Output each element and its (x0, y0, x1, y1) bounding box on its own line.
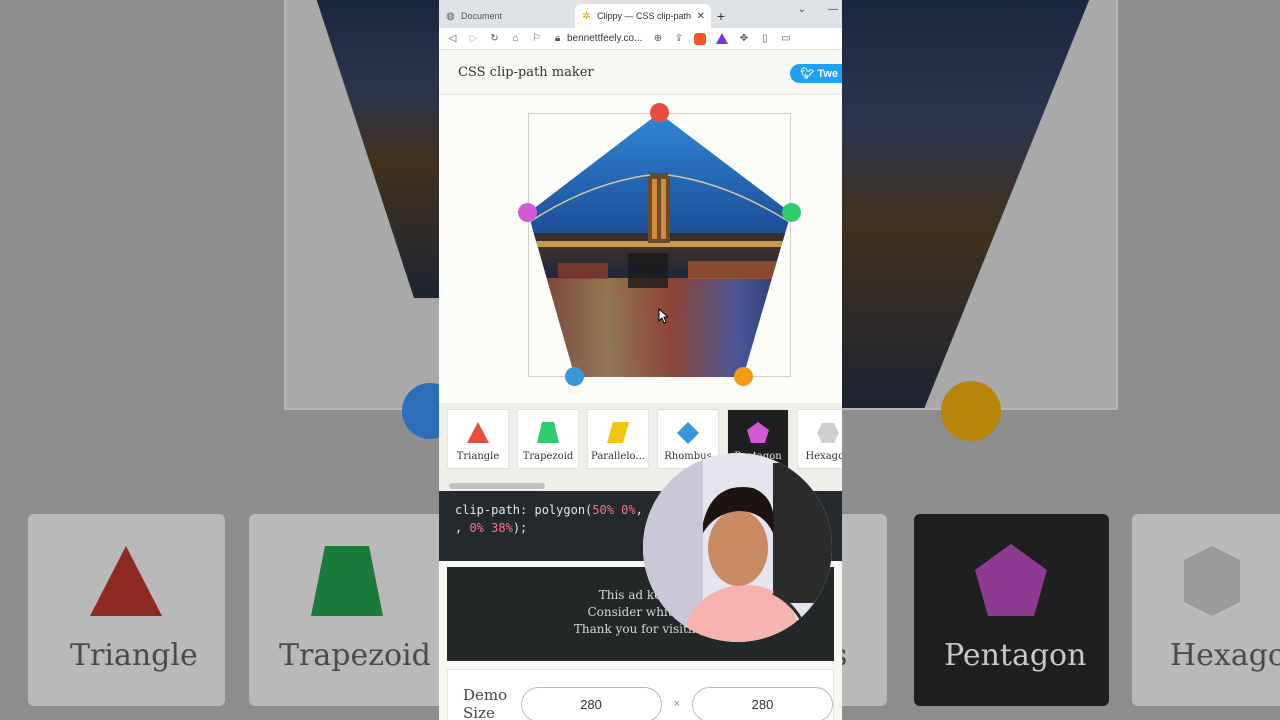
extensions-icon[interactable]: ✥ (738, 33, 749, 44)
close-tab-icon[interactable]: ✕ (697, 11, 705, 22)
tweet-button[interactable]: 🐦︎ Twe (790, 64, 842, 83)
background-photo (316, 0, 439, 298)
mouse-cursor-icon (658, 308, 668, 324)
shape-label: Hexagon (805, 451, 842, 462)
handle-bottom-right[interactable] (734, 367, 753, 386)
triangle-icon (467, 422, 489, 443)
address-bar[interactable]: 🔒︎ bennettfeely.co... (552, 33, 643, 44)
background-photo (842, 0, 1090, 408)
reload-icon[interactable]: ↻ (489, 33, 500, 44)
shape-label: Parallelo... (591, 451, 645, 462)
demo-height-input[interactable] (692, 686, 833, 720)
pentagon-icon (975, 544, 1047, 616)
background-card-hexagon: Hexagon (1132, 514, 1280, 706)
background-label: s (842, 638, 847, 673)
lock-icon: 🔒︎ (554, 33, 561, 44)
demo-size-panel: Demo Size × (447, 669, 834, 720)
twitter-icon: 🐦︎ (800, 68, 815, 80)
background-card-pentagon: Pentagon (914, 514, 1109, 706)
page-title: CSS clip-path maker (458, 64, 594, 80)
background-right-zoom: s Pentagon Hexagon (842, 0, 1280, 720)
clipped-photo (528, 113, 791, 377)
code-sep: , (635, 503, 643, 517)
background-label: Trapezoid (279, 638, 431, 673)
shape-parallelogram[interactable]: Parallelo... (587, 409, 649, 469)
site-header: CSS clip-path maker 🐦︎ Twe (439, 50, 842, 95)
handle-right[interactable] (782, 203, 801, 222)
zoom-icon[interactable]: ⊕ (652, 33, 663, 44)
toolbar: ◁ ▷ ↻ ⌂ ⚐ 🔒︎ bennettfeely.co... ⊕ ⇪ ✥ ▯ … (439, 28, 842, 50)
trapezoid-icon (537, 422, 559, 443)
handle-bottom-left[interactable] (565, 367, 584, 386)
scrollbar-thumb[interactable] (449, 483, 545, 489)
background-handle (941, 381, 1001, 441)
clip-editor (439, 95, 842, 403)
url-text: bennettfeely.co... (567, 33, 643, 44)
clippy-favicon-icon: ✲ (582, 10, 591, 22)
tab-title: Document (461, 11, 503, 21)
shape-trapezoid[interactable]: Trapezoid (517, 409, 579, 469)
rhombus-icon (677, 422, 699, 444)
brave-rewards-icon[interactable] (716, 33, 729, 44)
code-sep: , (455, 521, 470, 535)
background-left-zoom: Triangle Trapezoid (0, 0, 439, 720)
code-point: 0% 38% (469, 521, 513, 535)
triangle-icon (90, 546, 162, 616)
times-symbol: × (673, 698, 680, 710)
background-editor-panel (842, 0, 1118, 410)
code-point: 50% 0% (592, 503, 636, 517)
forward-icon[interactable]: ▷ (468, 33, 479, 44)
background-card-rhombus: s (842, 514, 887, 706)
home-icon[interactable]: ⌂ (510, 33, 521, 44)
background-card-triangle: Triangle (28, 514, 225, 706)
handle-left[interactable] (518, 203, 537, 222)
shape-triangle[interactable]: Triangle (447, 409, 509, 469)
tab-document[interactable]: ◍ Document (439, 4, 575, 28)
background-label: Pentagon (944, 638, 1087, 673)
wallet-icon[interactable]: ▭ (780, 33, 791, 44)
parallelogram-icon (607, 422, 629, 443)
background-editor-panel (284, 0, 439, 410)
hexagon-icon (817, 423, 839, 443)
pentagon-icon (747, 422, 769, 443)
tab-bar: ◍ Document ✲ Clippy — CSS clip-path m ✕ … (439, 0, 842, 28)
tab-title: Clippy — CSS clip-path m (597, 11, 692, 21)
chevron-down-icon[interactable]: ⌄ (798, 4, 806, 15)
background-label: Hexagon (1170, 638, 1280, 673)
globe-icon: ◍ (446, 10, 455, 22)
code-prefix: clip-path: polygon( (455, 503, 593, 517)
brave-shield-icon[interactable] (694, 32, 707, 45)
background-card-trapezoid: Trapezoid (249, 514, 439, 706)
video-frame: Triangle Trapezoid s Pentagon Hexagon ◍ (0, 0, 1280, 720)
new-tab-button[interactable]: + (711, 8, 731, 24)
tab-clippy[interactable]: ✲ Clippy — CSS clip-path m ✕ (575, 4, 711, 28)
webcam-overlay (643, 453, 832, 642)
handle-top[interactable] (650, 103, 669, 122)
code-suffix: ); (512, 521, 528, 535)
hexagon-icon (1184, 546, 1240, 616)
bookmark-icon[interactable]: ⚐ (531, 33, 542, 44)
back-icon[interactable]: ◁ (447, 33, 458, 44)
share-icon[interactable]: ⇪ (673, 33, 684, 44)
minimize-icon[interactable]: — (828, 4, 838, 15)
sidebar-icon[interactable]: ▯ (759, 33, 770, 44)
background-label: Triangle (70, 638, 198, 673)
shape-label: Trapezoid (522, 451, 574, 462)
shape-label: Triangle (456, 451, 500, 462)
window-controls: ⌄ — (798, 4, 838, 15)
shape-hexagon[interactable]: Hexagon (797, 409, 842, 469)
demo-width-input[interactable] (520, 686, 662, 720)
tweet-label: Twe (817, 68, 838, 80)
trapezoid-icon (311, 546, 383, 616)
demo-size-label: Demo Size (463, 686, 508, 720)
